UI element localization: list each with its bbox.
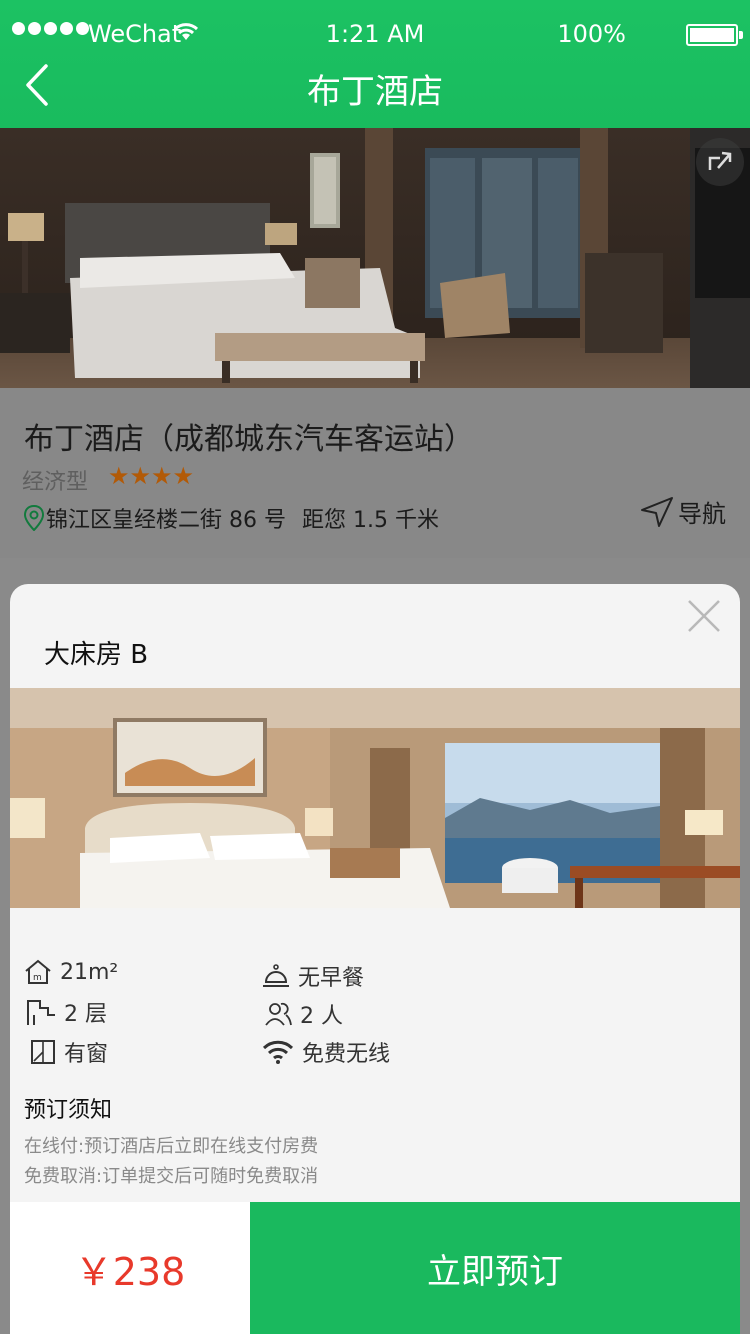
share-icon: [708, 151, 732, 170]
close-icon[interactable]: [686, 598, 722, 634]
navigate-label: 导航: [678, 500, 726, 528]
hotel-address: 锦江区皇经楼二街 86 号: [46, 508, 286, 533]
hotel-address-row[interactable]: 锦江区皇经楼二街 86 号 距您 1.5 千米: [24, 502, 439, 534]
feature-guests-value: 2 人: [300, 1004, 343, 1029]
hotel-distance: 距您 1.5 千米: [301, 508, 439, 533]
feature-window-value: 有窗: [64, 1042, 109, 1067]
navigation-arrow-icon: [641, 496, 673, 527]
feature-wifi-value: 免费无线: [302, 1042, 391, 1067]
room-photo[interactable]: [10, 688, 740, 908]
location-pin-icon: [24, 505, 44, 531]
hotel-name: 布丁酒店（成都城东汽车客运站）: [24, 422, 474, 457]
hotel-category: 经济型: [22, 470, 89, 495]
booking-notice-line: 在线付:预订酒店后立即在线支付房费: [24, 1136, 319, 1157]
people-icon: [265, 1002, 292, 1026]
feature-wifi: 免费无线: [262, 1036, 390, 1068]
stairs-icon: [27, 1000, 55, 1025]
booking-notice-line: 免费取消:订单提交后可随时免费取消: [24, 1166, 319, 1187]
hotel-info-panel: 布丁酒店（成都城东汽车客运站） 经济型 ★★★★ 锦江区皇经楼二街 86 号 距…: [0, 388, 750, 558]
feature-window: 有窗: [30, 1036, 108, 1068]
svg-text:m: m: [33, 973, 42, 983]
room-name: 大床房 B: [44, 640, 149, 670]
feature-breakfast: 无早餐: [262, 960, 364, 992]
clock: 1:21 AM: [325, 20, 425, 48]
battery-icon: [686, 24, 743, 46]
booking-bar: ￥238 立即预订: [10, 1202, 740, 1334]
feature-area-value: 21m²: [60, 959, 119, 985]
feature-floor: 2 层: [26, 996, 107, 1028]
feature-floor-value: 2 层: [64, 1002, 107, 1027]
book-now-button[interactable]: 立即预订: [250, 1202, 740, 1334]
booking-notice-title: 预订须知: [24, 1098, 113, 1123]
wifi-icon: [262, 1040, 294, 1064]
room-price: ￥238: [10, 1202, 250, 1334]
house-area-icon: m: [25, 959, 51, 984]
share-button[interactable]: [696, 138, 744, 186]
star-rating: ★★★★: [108, 462, 194, 490]
navigation-bar: 布丁酒店: [0, 64, 750, 128]
app-header: WeChat 1:21 AM 100% 布丁酒店: [0, 0, 750, 128]
hotel-cover-photo[interactable]: [0, 128, 750, 388]
feature-area: m 21m²: [24, 958, 118, 986]
star-rating-stars: ★★★★: [108, 462, 195, 490]
page-title: 布丁酒店: [307, 72, 443, 112]
food-cloche-icon: [263, 964, 289, 987]
status-bar: WeChat 1:21 AM 100%: [0, 0, 750, 64]
battery-percent: 100%: [557, 20, 626, 48]
window-icon: [31, 1040, 55, 1064]
navigate-button[interactable]: 导航: [640, 494, 726, 529]
feature-breakfast-value: 无早餐: [298, 966, 365, 991]
feature-guests: 2 人: [264, 998, 343, 1030]
